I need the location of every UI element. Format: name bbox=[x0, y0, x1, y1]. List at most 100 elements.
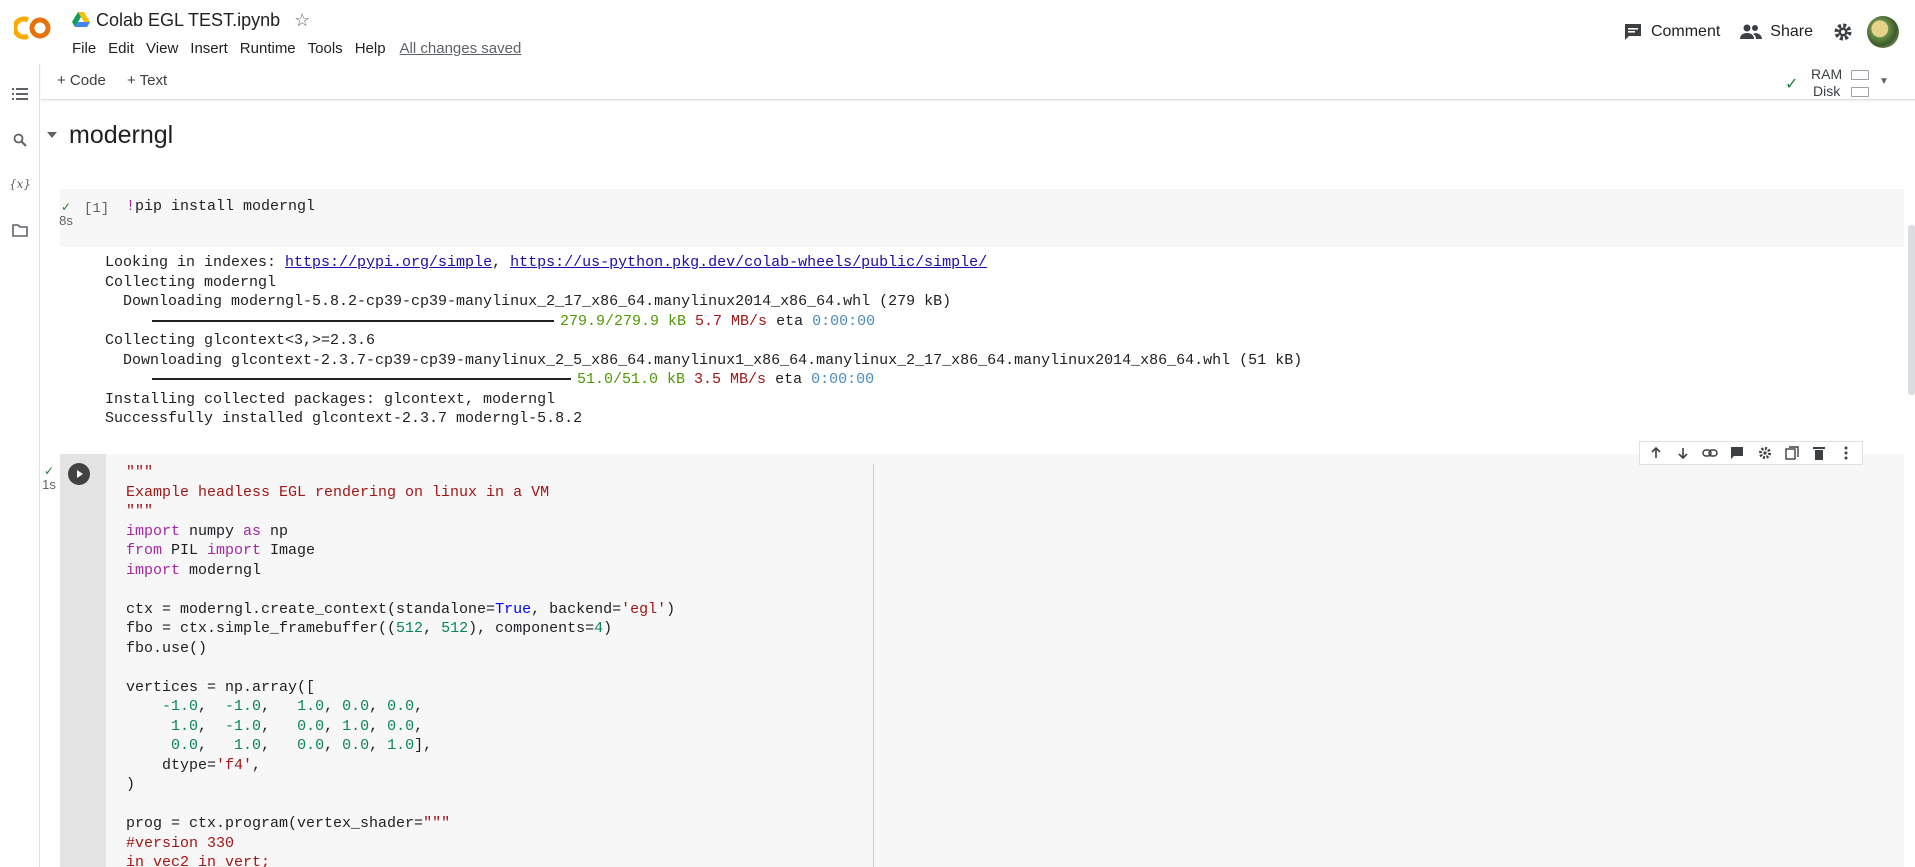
app-header: Colab EGL TEST.ipynb ☆ File Edit View In… bbox=[0, 0, 1915, 64]
run-icon[interactable] bbox=[68, 463, 90, 485]
gear-icon[interactable] bbox=[1823, 22, 1863, 42]
code-token: as bbox=[243, 522, 262, 540]
delete-icon[interactable] bbox=[1809, 443, 1829, 463]
exec-status: ✓ bbox=[56, 199, 76, 214]
add-text-button[interactable]: + Text bbox=[127, 72, 167, 89]
code-line: 1.0, -1.0, 0.0, 1.0, 0.0, bbox=[171, 717, 424, 735]
code-editor[interactable]: """ Example headless EGL rendering on lin… bbox=[126, 463, 675, 867]
gear-icon[interactable] bbox=[1755, 443, 1775, 463]
code-line: 0.0, 1.0, 0.0, 0.0, 1.0], bbox=[171, 737, 433, 754]
code-line: prog = ctx.program(vertex_shader=""" bbox=[126, 814, 675, 834]
code-token: 1.0 bbox=[234, 737, 262, 754]
drive-icon[interactable] bbox=[72, 12, 90, 28]
share-icon bbox=[1740, 24, 1763, 39]
runtime-dropdown-icon[interactable]: ▼ bbox=[1879, 76, 1889, 87]
variables-icon[interactable]: {x} bbox=[9, 174, 31, 194]
download-size: 279.9/279.9 kB bbox=[560, 312, 687, 330]
menu-file[interactable]: File bbox=[66, 37, 102, 60]
menu-view[interactable]: View bbox=[140, 37, 184, 60]
comment-button[interactable]: Comment bbox=[1613, 22, 1730, 42]
code-token: """ bbox=[423, 815, 451, 832]
code-editor[interactable]: !pip install moderngl bbox=[126, 197, 315, 217]
eta-time: 0:00:00 bbox=[811, 371, 875, 388]
disk-bar bbox=[1851, 87, 1869, 97]
menu-tools[interactable]: Tools bbox=[302, 37, 349, 60]
code-token: import bbox=[126, 522, 181, 540]
code-token: True bbox=[495, 600, 532, 618]
code-cell-1[interactable]: ✓ 8s [1] !pip install moderngl bbox=[59, 189, 1904, 247]
avatar[interactable] bbox=[1867, 16, 1899, 48]
code-token: 'egl' bbox=[621, 600, 667, 618]
cell-index: [1] bbox=[84, 201, 110, 217]
colab-wheels-link[interactable]: https://us-python.pkg.dev/colab-wheels/p… bbox=[510, 254, 987, 271]
code-line: from PIL import Image bbox=[126, 541, 675, 561]
move-up-icon[interactable] bbox=[1646, 443, 1666, 463]
code-line: #version 330 bbox=[126, 834, 235, 852]
comment-icon[interactable] bbox=[1727, 443, 1747, 463]
resource-monitor[interactable]: ✓ RAM Disk bbox=[1781, 66, 1871, 99]
share-button[interactable]: Share bbox=[1730, 23, 1823, 41]
code-token: numpy bbox=[180, 522, 244, 540]
comment-icon bbox=[1624, 24, 1641, 40]
mirror-cell-icon[interactable] bbox=[1782, 443, 1802, 463]
eta-time: 0:00:00 bbox=[812, 312, 876, 330]
code-token: 0.0 bbox=[387, 698, 415, 715]
success-check-icon: ✓ bbox=[43, 464, 55, 478]
more-options-icon[interactable] bbox=[1836, 443, 1856, 463]
add-code-button[interactable]: + Code bbox=[57, 72, 106, 89]
code-token: 0.0 bbox=[342, 698, 370, 715]
download-speed: 5.7 MB/s bbox=[695, 312, 768, 330]
code-token: moderngl bbox=[180, 561, 262, 579]
code-token: ), components= bbox=[468, 620, 595, 637]
collapse-section-icon[interactable] bbox=[47, 132, 57, 138]
code-line: import numpy as np bbox=[126, 522, 675, 542]
download-size: 51.0/51.0 kB bbox=[577, 371, 686, 388]
notebook-toolbar: + Code + Text ✓ RAM Disk ▼ bbox=[41, 64, 1915, 100]
scrollbar[interactable] bbox=[1908, 225, 1915, 395]
notebook-content: moderngl ✓ 8s [1] !pip install moderngl … bbox=[41, 101, 1915, 867]
code-token: np bbox=[261, 522, 289, 540]
code-cell-2[interactable]: """ Example headless EGL rendering on lin… bbox=[60, 454, 1904, 867]
exec-status: ✓ bbox=[41, 463, 59, 478]
menu-help[interactable]: Help bbox=[349, 37, 392, 60]
code-token: 1.0 bbox=[342, 717, 370, 735]
search-icon[interactable] bbox=[10, 130, 30, 150]
menu-insert[interactable]: Insert bbox=[184, 37, 234, 60]
code-token: from bbox=[126, 542, 163, 559]
code-token: -1.0 bbox=[225, 698, 262, 715]
move-down-icon[interactable] bbox=[1673, 443, 1693, 463]
exec-time: 8s bbox=[59, 213, 73, 228]
code-line: import moderngl bbox=[126, 561, 675, 581]
code-token: Image bbox=[261, 542, 316, 559]
comment-label: Comment bbox=[1650, 23, 1721, 40]
code-token: dtype= bbox=[126, 756, 217, 774]
notebook-title[interactable]: Colab EGL TEST.ipynb bbox=[96, 10, 280, 31]
download-speed: 3.5 MB/s bbox=[694, 371, 767, 388]
code-line: """ bbox=[126, 503, 154, 520]
code-line: vertices = np.array([ bbox=[126, 678, 316, 696]
code-token: 512 bbox=[441, 620, 469, 637]
eta-label: eta bbox=[776, 312, 804, 330]
share-label: Share bbox=[1770, 23, 1813, 40]
menu-runtime[interactable]: Runtime bbox=[234, 37, 302, 60]
code-token: -1.0 bbox=[162, 698, 199, 715]
progress-line: 279.9/279.9 kB 5.7 MB/s eta 0:00:00 bbox=[105, 312, 1302, 332]
files-icon[interactable] bbox=[10, 220, 30, 240]
colab-logo[interactable] bbox=[14, 14, 54, 42]
ram-label: RAM bbox=[1811, 66, 1843, 82]
menu-edit[interactable]: Edit bbox=[102, 37, 140, 60]
cell-gutter bbox=[60, 454, 106, 867]
pypi-link[interactable]: https://pypi.org/simple bbox=[285, 254, 492, 271]
code-token: fbo = ctx.simple_framebuffer(( bbox=[126, 620, 397, 637]
toc-icon[interactable] bbox=[10, 84, 30, 104]
star-icon[interactable]: ☆ bbox=[294, 10, 310, 31]
code-token: 1.0 bbox=[297, 698, 325, 715]
menu-bar: File Edit View Insert Runtime Tools Help… bbox=[66, 36, 523, 60]
save-status[interactable]: All changes saved bbox=[398, 37, 524, 60]
code-token: ) bbox=[603, 620, 613, 637]
exec-time: 1s bbox=[42, 477, 56, 492]
link-icon[interactable] bbox=[1700, 443, 1720, 463]
section-title: moderngl bbox=[69, 120, 174, 149]
output-line: Successfully installed glcontext-2.3.7 m… bbox=[105, 410, 583, 427]
code-token: 0.0 bbox=[342, 737, 370, 754]
